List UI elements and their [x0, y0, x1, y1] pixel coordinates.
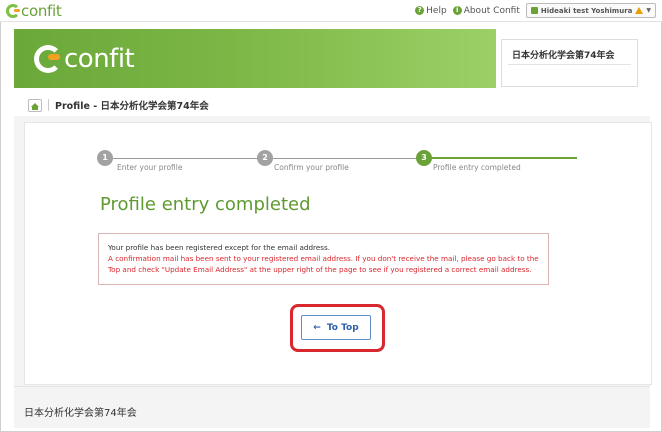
top-logo[interactable]: confit — [6, 2, 62, 20]
confirmation-mail-message: A confirmation mail has been sent to you… — [108, 254, 539, 274]
breadcrumb-divider — [48, 99, 49, 111]
step-1-number: 1 — [97, 150, 113, 166]
step-3-label: Profile entry completed — [433, 163, 521, 172]
to-top-button[interactable]: ← To Top — [301, 315, 371, 340]
to-top-label: To Top — [326, 322, 359, 333]
about-confit-link[interactable]: i About Confit — [452, 5, 520, 16]
banner-logo[interactable]: confit — [34, 44, 135, 74]
top-logo-text: confit — [21, 2, 62, 20]
breadcrumb: Profile - 日本分析化学会第74年会 — [28, 98, 209, 112]
step-connector-2 — [273, 158, 423, 159]
conference-name: 日本分析化学会第74年会 — [512, 51, 615, 61]
registered-message: Your profile has been registered except … — [108, 243, 331, 252]
footer-text: 日本分析化学会第74年会 — [24, 408, 137, 419]
help-link[interactable]: ? Help — [415, 6, 447, 16]
step-connector-3 — [431, 157, 577, 159]
top-bar: confit ? Help i About Confit Hideaki tes… — [0, 0, 662, 22]
conference-box: 日本分析化学会第74年会 — [501, 39, 638, 87]
step-3-number: 3 — [416, 150, 432, 166]
user-menu-button[interactable]: Hideaki test Yoshimura ▼ — [525, 3, 656, 18]
confit-logo-icon — [6, 4, 20, 18]
info-icon: i — [452, 6, 462, 15]
step-1-label: Enter your profile — [117, 163, 183, 172]
top-links: ? Help i About Confit Hideaki test Yoshi… — [415, 3, 656, 18]
help-label: Help — [426, 5, 447, 16]
help-icon: ? — [415, 6, 425, 15]
home-button[interactable] — [28, 98, 42, 112]
confit-logo-large-icon — [34, 45, 62, 73]
step-connector-1 — [113, 158, 263, 159]
message-box: Your profile has been registered except … — [98, 233, 549, 285]
about-label: About Confit — [463, 5, 520, 16]
arrow-left-icon: ← — [313, 322, 321, 333]
conference-box-divider — [508, 64, 631, 65]
user-name: Hideaki test Yoshimura — [540, 6, 633, 15]
home-icon — [31, 103, 39, 110]
step-2-number: 2 — [257, 150, 273, 166]
banner-logo-text: confit — [64, 44, 135, 74]
progress-steps: 1 Enter your profile 2 Confirm your prof… — [97, 150, 577, 172]
breadcrumb-text: Profile - 日本分析化学会第74年会 — [55, 101, 209, 112]
footer-divider — [14, 386, 650, 387]
user-icon — [530, 7, 538, 14]
step-2-label: Confirm your profile — [274, 163, 349, 172]
page-title: Profile entry completed — [100, 194, 311, 215]
caret-down-icon: ▼ — [646, 7, 651, 14]
header-banner: confit — [14, 29, 496, 88]
warning-icon — [635, 7, 644, 14]
